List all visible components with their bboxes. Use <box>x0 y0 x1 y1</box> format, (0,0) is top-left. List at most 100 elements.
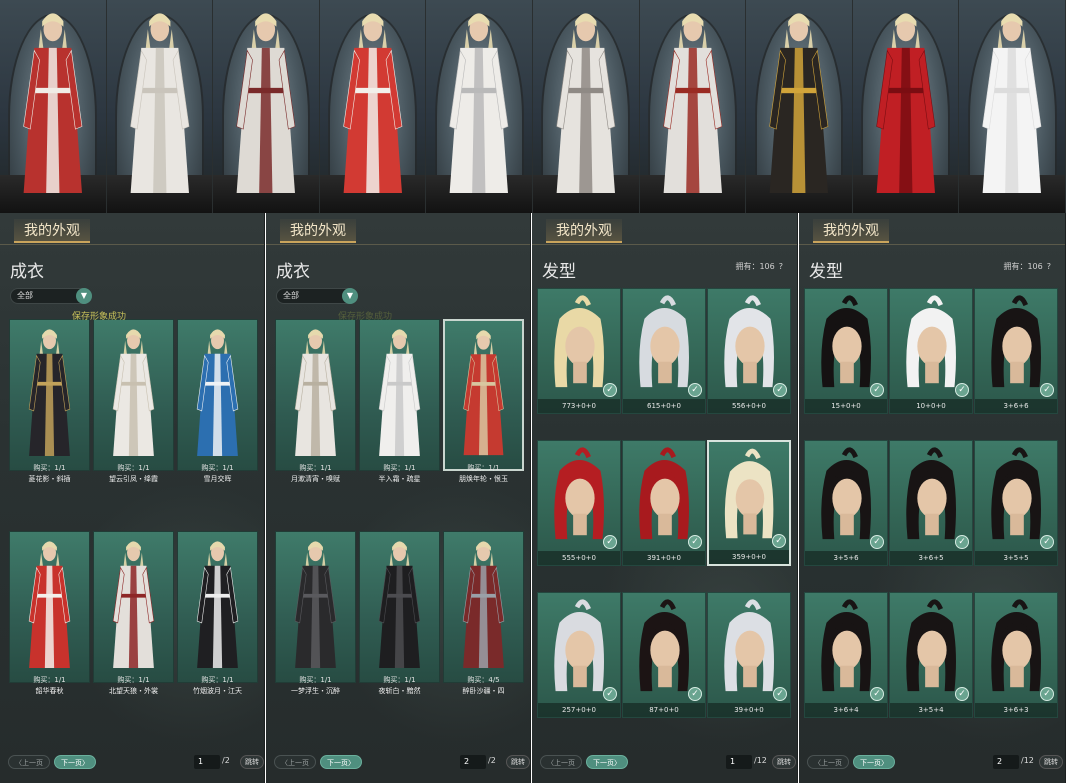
outfit-grid: 购买：1/1 月漱清宵・嗅赋 购买：1/1 半入霜・疏星 购买：1/1 朋焕年轮… <box>275 319 524 696</box>
owned-label: 拥有：106 <box>1003 262 1043 271</box>
outfit-card[interactable]: 购买：1/1 韶华春秋 <box>9 531 90 696</box>
outfit-card[interactable]: 购买：1/1 朋焕年轮・恨玉 <box>443 319 524 484</box>
hairstyle-card[interactable]: ✓ 773+0+0 <box>537 288 621 414</box>
purchase-count: 购买：1/1 <box>33 464 66 472</box>
hairstyle-code: 555+0+0 <box>538 551 620 565</box>
hairstyle-card[interactable]: ✓ 556+0+0 <box>707 288 791 414</box>
outfit-card[interactable]: 购买：1/1 一梦浮生・沉醉 <box>275 531 356 696</box>
page-total: /12 <box>1021 756 1034 765</box>
tab-my-appearance[interactable]: 我的外观 <box>813 219 889 243</box>
hairstyle-card[interactable]: ✓ 3+5+5 <box>974 440 1058 566</box>
purchase-count: 购买：1/1 <box>299 676 332 684</box>
outfit-grid: 购买：1/1 菱花影・斜插 购买：1/1 望云引凤・绛霞 购买：1/1 雪月交晖 <box>9 319 258 696</box>
outfit-card[interactable]: 购买：1/1 半入霜・疏星 <box>359 319 440 484</box>
next-page-label: 下一页 <box>860 759 881 767</box>
tab-my-appearance[interactable]: 我的外观 <box>546 219 622 243</box>
owned-check-icon: ✓ <box>773 383 787 397</box>
prev-page-label: 上一页 <box>22 759 43 767</box>
jump-button[interactable]: 跳转 <box>1039 755 1063 769</box>
outfit-card[interactable]: 购买：1/1 菱花影・斜插 <box>9 319 90 484</box>
outfit-name: 朋焕年轮・恨玉 <box>459 475 508 483</box>
section-title: 成衣 <box>276 262 310 282</box>
owned-check-icon: ✓ <box>603 535 617 549</box>
next-page-button[interactable]: 下一页〉 <box>586 755 628 769</box>
outfit-card[interactable]: 购买：1/1 竹烟波月・江天 <box>177 531 258 696</box>
hairstyle-card[interactable]: ✓ 87+0+0 <box>622 592 706 718</box>
hairstyle-card[interactable]: ✓ 3+5+6 <box>804 440 888 566</box>
outfit-thumbnail <box>93 531 174 683</box>
category-filter-dropdown[interactable]: 全部 ▼ <box>10 288 92 304</box>
help-icon[interactable]: ? <box>1047 262 1051 271</box>
page-number-input[interactable]: 2 <box>460 755 486 769</box>
hairstyle-panel-1: 我的外观 发型 拥有：106? ✓ 773+0+0 ✓ 615+0+0 ✓ 55 <box>532 213 798 783</box>
category-filter-dropdown[interactable]: 全部 ▼ <box>276 288 358 304</box>
outfit-thumbnail <box>275 531 356 683</box>
hairstyle-card[interactable]: ✓ 615+0+0 <box>622 288 706 414</box>
hairstyle-card[interactable]: ✓ 257+0+0 <box>537 592 621 718</box>
tab-my-appearance[interactable]: 我的外观 <box>280 219 356 243</box>
outfit-card[interactable]: 购买：1/1 望云引凤・绛霞 <box>93 319 174 484</box>
preview-figure <box>532 0 640 213</box>
prev-page-label: 上一页 <box>288 759 309 767</box>
purchase-count: 购买：1/1 <box>383 464 416 472</box>
hairstyle-code: 3+5+5 <box>975 551 1057 565</box>
help-icon[interactable]: ? <box>779 262 783 271</box>
owned-check-icon: ✓ <box>955 535 969 549</box>
jump-button[interactable]: 跳转 <box>506 755 530 769</box>
next-page-button[interactable]: 下一页〉 <box>853 755 895 769</box>
prev-page-button[interactable]: 〈上一页 <box>540 755 582 769</box>
purchase-count: 购买：4/5 <box>467 676 500 684</box>
hairstyle-grid: ✓ 15+0+0 ✓ 10+0+0 ✓ 3+6+6 ✓ 3+5+6 ✓ 3+6+… <box>804 288 1058 718</box>
owned-check-icon: ✓ <box>688 383 702 397</box>
hairstyle-code: 3+6+6 <box>975 399 1057 413</box>
hairstyle-card[interactable]: ✓ 391+0+0 <box>622 440 706 566</box>
prev-page-button[interactable]: 〈上一页 <box>8 755 50 769</box>
hairstyle-card[interactable]: ✓ 39+0+0 <box>707 592 791 718</box>
hairstyle-card[interactable]: ✓ 3+6+5 <box>889 440 973 566</box>
next-page-button[interactable]: 下一页〉 <box>320 755 362 769</box>
filter-value: 全部 <box>17 291 33 300</box>
owned-label: 拥有：106 <box>735 262 775 271</box>
prev-page-button[interactable]: 〈上一页 <box>807 755 849 769</box>
hairstyle-card[interactable]: ✓ 3+6+3 <box>974 592 1058 718</box>
jump-button[interactable]: 跳转 <box>240 755 264 769</box>
chevron-down-icon[interactable]: ▼ <box>76 288 92 304</box>
next-page-button[interactable]: 下一页〉 <box>54 755 96 769</box>
prev-page-button[interactable]: 〈上一页 <box>274 755 316 769</box>
outfit-thumbnail <box>177 531 258 683</box>
hairstyle-card[interactable]: ✓ 15+0+0 <box>804 288 888 414</box>
outfit-name: 竹烟波月・江天 <box>193 687 242 695</box>
tab-my-appearance[interactable]: 我的外观 <box>14 219 90 243</box>
outfit-thumbnail <box>359 319 440 471</box>
page-number-input[interactable]: 2 <box>993 755 1019 769</box>
outfit-card[interactable]: 购买：1/1 雪月交晖 <box>177 319 258 484</box>
purchase-count: 购买：1/1 <box>117 464 150 472</box>
outfit-card[interactable]: 购买：4/5 醉卧沙疆・四 <box>443 531 524 696</box>
outfit-card[interactable]: 购买：1/1 月漱清宵・嗅赋 <box>275 319 356 484</box>
hairstyle-card[interactable]: ✓ 10+0+0 <box>889 288 973 414</box>
page-number-input[interactable]: 1 <box>194 755 220 769</box>
outfit-card[interactable]: 购买：1/1 北望天狼・外裳 <box>93 531 174 696</box>
purchase-count: 购买：1/1 <box>383 676 416 684</box>
chevron-down-icon[interactable]: ▼ <box>342 288 358 304</box>
outfit-card[interactable]: 购买：1/1 夜斩白・黯然 <box>359 531 440 696</box>
outfit-name: 半入霜・疏星 <box>378 475 421 483</box>
page-total: /12 <box>754 756 767 765</box>
hairstyle-card[interactable]: ✓ 3+6+4 <box>804 592 888 718</box>
outfit-name: 北望天狼・外裳 <box>109 687 158 695</box>
page-number-input[interactable]: 1 <box>726 755 752 769</box>
hairstyle-card[interactable]: ✓ 555+0+0 <box>537 440 621 566</box>
owned-check-icon: ✓ <box>870 535 884 549</box>
outfit-thumbnail <box>359 531 440 683</box>
jump-button[interactable]: 跳转 <box>772 755 796 769</box>
preview-figure <box>319 0 427 213</box>
outfit-name: 一梦浮生・沉醉 <box>291 687 340 695</box>
row-spacer <box>275 484 524 531</box>
purchase-count: 购买：1/1 <box>201 464 234 472</box>
hairstyle-card[interactable]: ✓ 3+5+4 <box>889 592 973 718</box>
outfit-name: 菱花影・斜插 <box>28 475 71 483</box>
hairstyle-card[interactable]: ✓ 3+6+6 <box>974 288 1058 414</box>
hairstyle-code: 615+0+0 <box>623 399 705 413</box>
hairstyle-card[interactable]: ✓ 359+0+0 <box>707 440 791 566</box>
hairstyle-code: 3+5+4 <box>890 703 972 717</box>
